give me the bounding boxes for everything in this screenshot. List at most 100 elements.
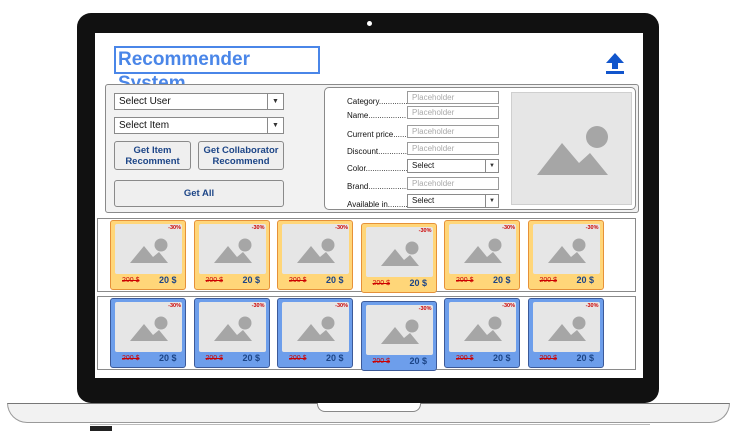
discount-badge: -30% bbox=[585, 303, 599, 309]
new-price: 20 $ bbox=[409, 356, 428, 366]
product-card[interactable]: -30% 200 $ 20 $ bbox=[110, 220, 186, 290]
discount-badge: -30% bbox=[251, 225, 265, 231]
webcam bbox=[367, 21, 372, 26]
chevron-down-icon: ▼ bbox=[267, 118, 283, 133]
old-price: 200 $ bbox=[122, 355, 140, 362]
get-collaborator-recommend-button[interactable]: Get Collaborator Recommend bbox=[198, 141, 284, 170]
product-card[interactable]: -30% 200 $ 20 $ bbox=[527, 220, 604, 290]
get-collaborator-recommend-label: Get Collaborator Recommend bbox=[203, 144, 279, 167]
old-price: 200 $ bbox=[539, 277, 558, 284]
image-placeholder-icon bbox=[464, 316, 502, 341]
new-price: 20 $ bbox=[493, 353, 511, 363]
name-label: Name................. bbox=[347, 111, 407, 120]
brand-label: Brand.................. bbox=[347, 182, 409, 191]
old-price: 200 $ bbox=[372, 358, 391, 365]
new-price: 20 $ bbox=[493, 275, 511, 285]
get-item-recommend-button[interactable]: Get Item Recomment bbox=[114, 141, 191, 170]
product-image bbox=[365, 227, 433, 277]
product-row-orange: -30% 200 $ 20 $ -30% 200 $ 20 $ -30% 200 $ 20 $ -… bbox=[97, 218, 636, 293]
product-card[interactable]: -30% 200 $ 20 $ bbox=[360, 301, 437, 371]
discount-label: Discount.............. bbox=[347, 147, 410, 156]
discount-badge: -30% bbox=[335, 303, 348, 309]
product-image bbox=[282, 302, 349, 352]
image-placeholder-icon bbox=[213, 238, 252, 263]
product-image bbox=[449, 302, 516, 352]
new-price: 20 $ bbox=[409, 278, 428, 288]
get-item-recommend-label: Get Item Recomment bbox=[125, 144, 180, 167]
old-price: 200 $ bbox=[539, 355, 558, 362]
discount-badge: -30% bbox=[585, 225, 599, 231]
product-card[interactable]: -30% 200 $ 20 $ bbox=[444, 220, 520, 290]
discount-badge: -30% bbox=[418, 228, 432, 234]
color-dropdown[interactable]: Select ▼ bbox=[407, 159, 499, 173]
product-row-blue: -30% 200 $ 20 $ -30% 200 $ 20 $ -30% 200 $ 20 $ -… bbox=[97, 296, 636, 371]
new-price: 20 $ bbox=[159, 275, 177, 285]
product-card[interactable]: -30% 200 $ 20 $ bbox=[193, 220, 270, 290]
image-placeholder-icon bbox=[537, 126, 608, 175]
product-image bbox=[198, 224, 266, 274]
brand-field[interactable]: Placeholder bbox=[407, 177, 499, 190]
available-in-dropdown[interactable]: Select ▼ bbox=[407, 194, 499, 208]
old-price: 200 $ bbox=[289, 355, 307, 362]
product-card[interactable]: -30% 200 $ 20 $ bbox=[527, 298, 604, 368]
product-image bbox=[282, 224, 349, 274]
discount-badge: -30% bbox=[502, 225, 515, 231]
available-in-select-label: Select bbox=[412, 196, 435, 205]
image-placeholder-icon bbox=[297, 238, 335, 263]
discount-field[interactable]: Placeholder bbox=[407, 142, 499, 155]
new-price: 20 $ bbox=[326, 275, 344, 285]
select-item-dropdown[interactable]: Select Item ▼ bbox=[114, 117, 284, 134]
current-price-label: Current price....... bbox=[347, 130, 409, 139]
app-screen: Recommender System Select User ▼ Select … bbox=[95, 33, 643, 378]
category-field[interactable]: Placeholder bbox=[407, 91, 499, 104]
old-price: 200 $ bbox=[289, 277, 307, 284]
image-placeholder-icon bbox=[213, 316, 252, 341]
product-image bbox=[365, 305, 433, 355]
chevron-down-icon: ▼ bbox=[267, 94, 283, 109]
discount-badge: -30% bbox=[335, 225, 348, 231]
image-placeholder-icon bbox=[380, 319, 419, 344]
select-user-label: Select User bbox=[119, 96, 171, 107]
new-price: 20 $ bbox=[242, 275, 261, 285]
app-title: Recommender System bbox=[114, 46, 320, 94]
select-item-label: Select Item bbox=[119, 120, 170, 131]
get-all-button[interactable]: Get All bbox=[114, 180, 284, 207]
image-placeholder-icon bbox=[380, 241, 419, 266]
product-image-placeholder bbox=[511, 92, 632, 205]
current-price-field[interactable]: Placeholder bbox=[407, 125, 499, 138]
product-image bbox=[532, 224, 600, 274]
laptop-foot bbox=[90, 426, 112, 431]
product-card[interactable]: -30% 200 $ 20 $ bbox=[193, 298, 270, 368]
product-card[interactable]: -30% 200 $ 20 $ bbox=[110, 298, 186, 368]
old-price: 200 $ bbox=[372, 280, 391, 287]
name-field[interactable]: Placeholder bbox=[407, 106, 499, 119]
old-price: 200 $ bbox=[205, 355, 224, 362]
image-placeholder-icon bbox=[547, 238, 586, 263]
product-card[interactable]: -30% 200 $ 20 $ bbox=[360, 223, 437, 293]
product-card[interactable]: -30% 200 $ 20 $ bbox=[277, 220, 353, 290]
discount-badge: -30% bbox=[418, 306, 432, 312]
new-price: 20 $ bbox=[576, 353, 595, 363]
product-image bbox=[115, 302, 182, 352]
image-placeholder-icon bbox=[130, 238, 168, 263]
image-placeholder-icon bbox=[547, 316, 586, 341]
category-label: Category............. bbox=[347, 97, 408, 106]
upload-icon[interactable] bbox=[603, 51, 627, 75]
discount-badge: -30% bbox=[168, 225, 181, 231]
product-image bbox=[449, 224, 516, 274]
new-price: 20 $ bbox=[576, 275, 595, 285]
product-card[interactable]: -30% 200 $ 20 $ bbox=[277, 298, 353, 368]
select-user-dropdown[interactable]: Select User ▼ bbox=[114, 93, 284, 110]
laptop-notch bbox=[317, 403, 421, 412]
discount-badge: -30% bbox=[251, 303, 265, 309]
get-all-label: Get All bbox=[183, 188, 215, 199]
new-price: 20 $ bbox=[242, 353, 261, 363]
product-card[interactable]: -30% 200 $ 20 $ bbox=[444, 298, 520, 368]
new-price: 20 $ bbox=[326, 353, 344, 363]
old-price: 200 $ bbox=[456, 277, 474, 284]
image-placeholder-icon bbox=[464, 238, 502, 263]
discount-badge: -30% bbox=[502, 303, 515, 309]
color-select-label: Select bbox=[412, 161, 435, 170]
color-label: Color................... bbox=[347, 164, 408, 173]
image-placeholder-icon bbox=[297, 316, 335, 341]
